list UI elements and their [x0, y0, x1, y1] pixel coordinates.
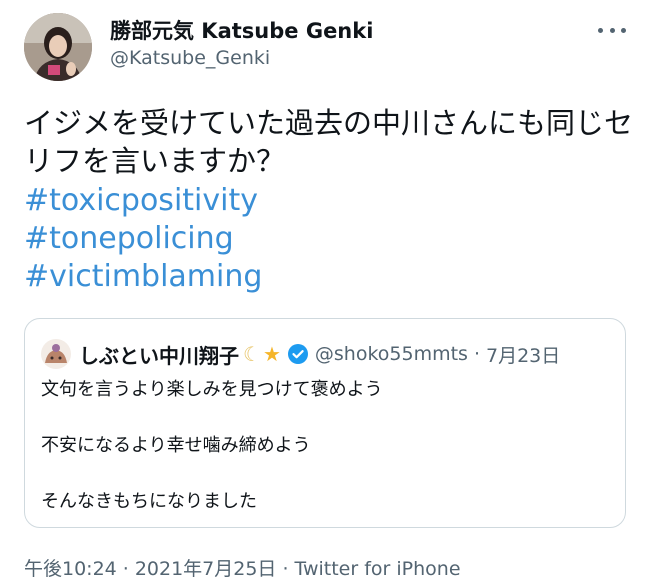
tweet-source[interactable]: Twitter for iPhone: [294, 558, 460, 580]
hashtag-link[interactable]: #toxicpositivity: [24, 182, 262, 220]
author-handle[interactable]: @Katsube_Genki: [110, 47, 270, 69]
hashtag-link[interactable]: #victimblaming: [24, 258, 262, 296]
quoted-text-line: 文句を言うより楽しみを見つけて褒めよう: [41, 379, 383, 400]
quoted-text-line: そんなきもちになりました: [41, 491, 257, 512]
tweet-date[interactable]: 2021年7月25日: [135, 558, 277, 580]
tweet-text: イジメを受けていた過去の中川さんにも同じセリフを言いますか？: [24, 106, 634, 178]
quoted-avatar[interactable]: [41, 339, 71, 369]
quoted-date[interactable]: 7月23日: [486, 341, 560, 368]
star-icon: ★: [262, 342, 281, 366]
separator-dot: ·: [282, 558, 289, 580]
quoted-header: しぶとい中川翔子 ☾ ★ @shoko55mmts · 7月23日: [79, 339, 560, 369]
quoted-handle[interactable]: @shoko55mmts: [315, 343, 468, 365]
verified-icon: [287, 343, 309, 365]
tweet-time[interactable]: 午後10:24: [24, 558, 117, 580]
separator-dot: ·: [473, 343, 480, 365]
quoted-author-name[interactable]: しぶとい中川翔子: [79, 340, 239, 369]
more-options-icon[interactable]: [598, 22, 626, 38]
avatar[interactable]: [24, 13, 92, 81]
author-display-name[interactable]: 勝部元気 Katsube Genki: [110, 15, 373, 45]
tweet: 勝部元気 Katsube Genki @Katsube_Genki イジメを受け…: [0, 0, 650, 582]
hashtag-link[interactable]: #tonepolicing: [24, 220, 262, 258]
quoted-tweet[interactable]: しぶとい中川翔子 ☾ ★ @shoko55mmts · 7月23日 文句を言うよ…: [24, 318, 626, 528]
quoted-text-line: 不安になるより幸せ噛み締めよう: [41, 435, 311, 456]
hashtag-list: #toxicpositivity #tonepolicing #victimbl…: [24, 182, 262, 296]
tweet-footer: 午後10:24 · 2021年7月25日 · Twitter for iPhone: [24, 554, 461, 581]
separator-dot: ·: [122, 558, 129, 580]
crescent-moon-icon: ☾: [243, 342, 261, 366]
